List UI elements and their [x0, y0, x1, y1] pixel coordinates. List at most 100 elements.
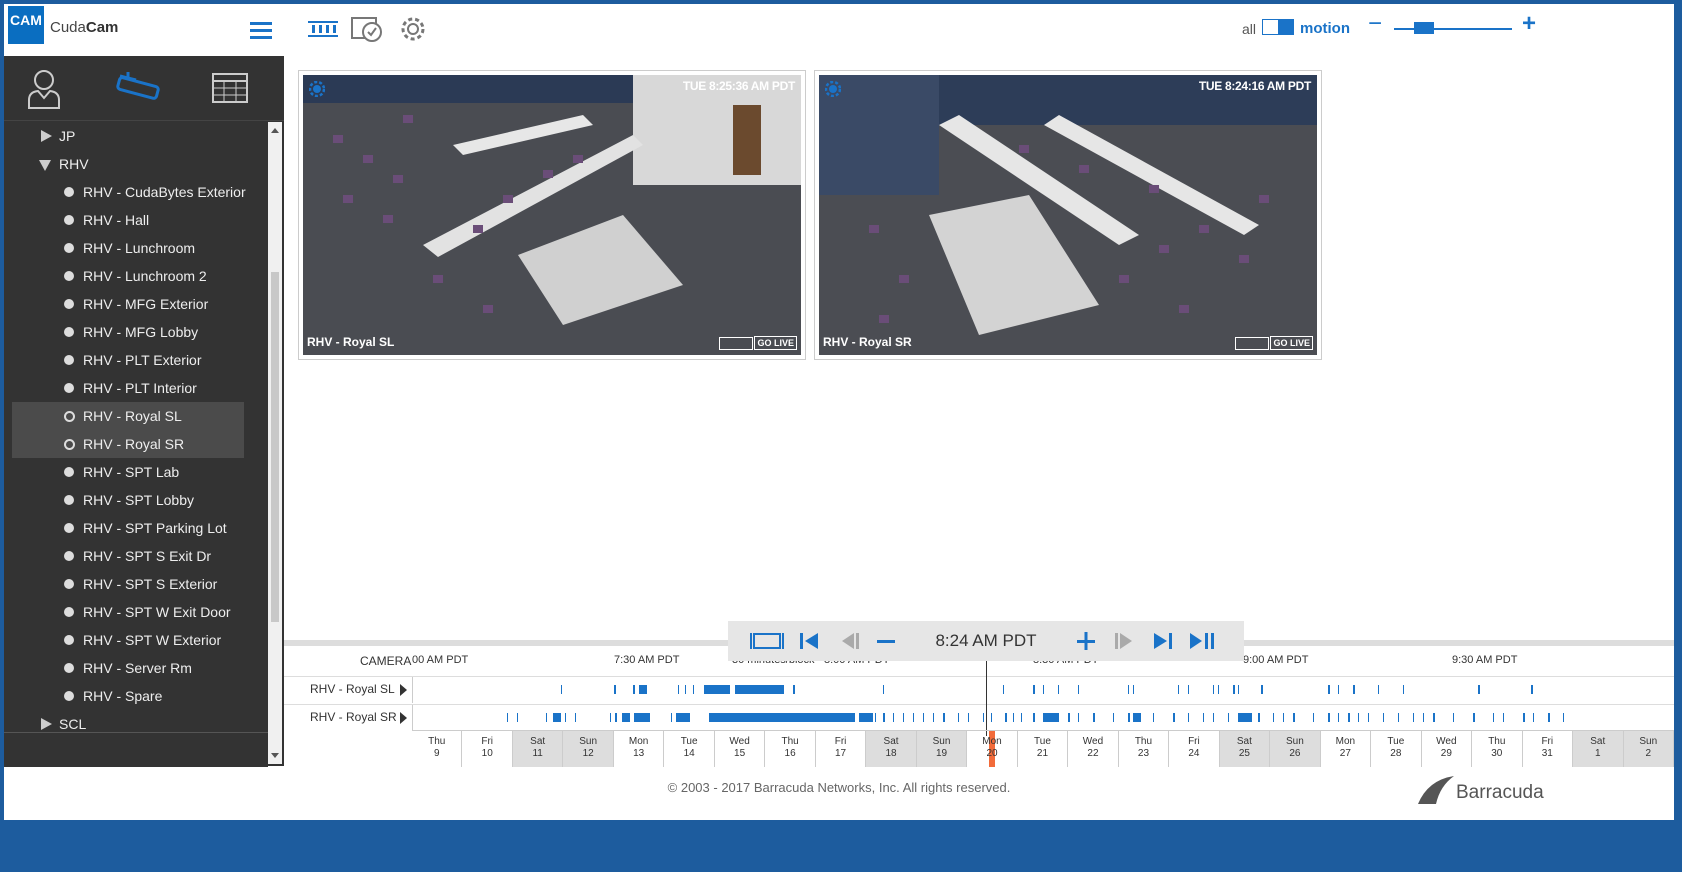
motion-mark[interactable]	[778, 685, 784, 694]
motion-mark[interactable]	[633, 685, 635, 694]
motion-mark[interactable]	[1338, 713, 1339, 722]
viewer-gear-icon[interactable]	[825, 81, 841, 97]
tree-group[interactable]: JP	[4, 122, 266, 150]
step-back-icon[interactable]	[836, 629, 864, 653]
motion-mark[interactable]	[1003, 685, 1004, 694]
layout-icon[interactable]	[1235, 337, 1269, 350]
tree-camera-item[interactable]: RHV - MFG Lobby	[4, 318, 266, 346]
motion-mark[interactable]	[1503, 713, 1504, 722]
motion-mark[interactable]	[1178, 685, 1179, 694]
motion-mark[interactable]	[793, 685, 795, 694]
motion-track[interactable]	[412, 705, 1674, 731]
motion-mark[interactable]	[1368, 713, 1369, 722]
day-cell[interactable]: Fri 17	[816, 731, 867, 767]
day-cell[interactable]: Thu 16	[765, 731, 816, 767]
timeline-row[interactable]: RHV - Royal SL	[284, 676, 1674, 703]
schedule-icon[interactable]	[350, 14, 384, 44]
motion-mark[interactable]	[903, 713, 904, 722]
motion-mark[interactable]	[1398, 713, 1399, 722]
motion-mark[interactable]	[883, 713, 885, 722]
motion-mark[interactable]	[1033, 713, 1035, 722]
tree-camera-item[interactable]: RHV - PLT Exterior	[4, 346, 266, 374]
motion-mark[interactable]	[1078, 713, 1079, 722]
motion-mark[interactable]	[1068, 713, 1070, 722]
scroll-thumb[interactable]	[271, 272, 279, 622]
motion-mark[interactable]	[1043, 685, 1044, 694]
tree-camera-item[interactable]: RHV - SPT W Exit Door	[4, 598, 266, 626]
day-cell[interactable]: Tue 21	[1018, 731, 1069, 767]
timeline-row[interactable]: RHV - Royal SR	[284, 704, 1674, 731]
zoom-in-timeline-icon[interactable]	[1072, 629, 1100, 653]
motion-mark[interactable]	[676, 713, 690, 722]
motion-mark[interactable]	[1273, 713, 1274, 722]
day-cell[interactable]: Fri 10	[462, 731, 513, 767]
day-cell[interactable]: Wed 29	[1422, 731, 1473, 767]
motion-mark[interactable]	[561, 685, 562, 694]
day-cell[interactable]: Thu 30	[1472, 731, 1523, 767]
motion-mark[interactable]	[1238, 713, 1252, 722]
day-cell[interactable]: Sun 26	[1270, 731, 1321, 767]
tree-camera-item[interactable]: RHV - CudaBytes Exterior	[4, 178, 266, 206]
day-cell[interactable]: Sat 25	[1219, 731, 1271, 767]
step-forward-icon[interactable]	[1110, 629, 1138, 653]
motion-mark[interactable]	[735, 685, 778, 694]
user-icon[interactable]	[24, 66, 74, 110]
motion-mark[interactable]	[1348, 713, 1350, 722]
day-cell[interactable]: Fri 31	[1523, 731, 1574, 767]
fit-timeline-icon[interactable]	[750, 629, 784, 653]
motion-mark[interactable]	[685, 685, 686, 694]
motion-mark[interactable]	[634, 713, 650, 722]
tree-group[interactable]: RHV	[4, 150, 266, 178]
motion-mark[interactable]	[507, 713, 508, 722]
camera-icon[interactable]	[114, 66, 164, 110]
motion-mark[interactable]	[1378, 685, 1379, 694]
motion-mark[interactable]	[1113, 713, 1114, 722]
video-feed[interactable]: TUE 8:25:36 AM PDT RHV - Royal SL GO LIV…	[303, 75, 801, 355]
day-cell[interactable]: Tue 14	[664, 731, 715, 767]
motion-mark[interactable]	[1353, 685, 1355, 694]
motion-mark[interactable]	[893, 713, 894, 722]
motion-mark[interactable]	[1563, 713, 1564, 722]
go-live-button[interactable]: GO LIVE	[754, 336, 797, 350]
motion-mark[interactable]	[1043, 713, 1059, 722]
motion-mark[interactable]	[913, 713, 914, 722]
playhead-cursor[interactable]	[986, 660, 987, 736]
camera-viewer-1[interactable]: TUE 8:25:36 AM PDT RHV - Royal SL GO LIV…	[298, 70, 806, 360]
timeline-view-icon[interactable]	[306, 14, 340, 44]
motion-mark[interactable]	[1473, 713, 1475, 722]
day-cell[interactable]: Sat 18	[866, 731, 917, 767]
motion-mark[interactable]	[1533, 713, 1534, 722]
motion-mark[interactable]	[1013, 713, 1014, 722]
motion-mark[interactable]	[1433, 713, 1435, 722]
motion-mark[interactable]	[1453, 713, 1454, 722]
motion-mark[interactable]	[1293, 713, 1295, 722]
motion-mark[interactable]	[923, 713, 924, 722]
motion-mark[interactable]	[1358, 713, 1359, 722]
day-cell[interactable]: Wed 15	[715, 731, 766, 767]
motion-mark[interactable]	[991, 713, 992, 722]
motion-mark[interactable]	[1093, 713, 1095, 722]
zoom-out-button[interactable]: −	[1368, 10, 1382, 38]
skip-to-end-icon[interactable]	[1148, 629, 1176, 653]
tree-camera-item[interactable]: RHV - Lunchroom	[4, 234, 266, 262]
motion-mark[interactable]	[610, 713, 611, 722]
motion-mark[interactable]	[693, 685, 694, 694]
motion-mark[interactable]	[1033, 685, 1035, 694]
motion-mark[interactable]	[859, 713, 873, 722]
tree-camera-item[interactable]: RHV - Royal SL	[12, 402, 244, 430]
zoom-slider-handle[interactable]	[1414, 22, 1434, 34]
tree-camera-item[interactable]: RHV - SPT W Exterior	[4, 626, 266, 654]
tree-camera-item[interactable]: RHV - Lunchroom 2	[4, 262, 266, 290]
motion-mark[interactable]	[1218, 685, 1219, 694]
motion-mark[interactable]	[1228, 713, 1229, 722]
motion-mark[interactable]	[575, 713, 576, 722]
motion-mark[interactable]	[1188, 713, 1189, 722]
motion-mark[interactable]	[1153, 713, 1154, 722]
motion-mark[interactable]	[565, 713, 566, 722]
tree-camera-item[interactable]: RHV - SPT S Exit Dr	[4, 542, 266, 570]
tree-camera-item[interactable]: RHV - Hall	[4, 206, 266, 234]
motion-mark[interactable]	[553, 713, 561, 722]
day-cell[interactable]: Fri 24	[1169, 731, 1220, 767]
day-cell[interactable]: Sat 11	[512, 731, 564, 767]
motion-mark[interactable]	[639, 685, 647, 694]
